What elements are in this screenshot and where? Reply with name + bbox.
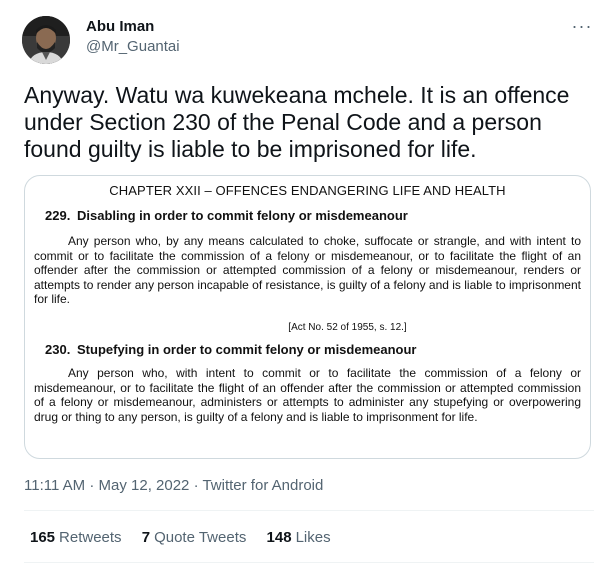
likes-count: 148 [266, 529, 292, 546]
quote-tweets-count: 7 [141, 529, 151, 546]
document-chapter-heading: CHAPTER XXII – OFFENCES ENDANGERING LIFE… [109, 183, 506, 198]
author-handle[interactable]: @Mr_Guantai [86, 38, 180, 55]
quote-tweets-label: Quote Tweets [154, 529, 247, 546]
tweet-stats: 165 Retweets 7 Quote Tweets 148 Likes [30, 529, 347, 546]
tweet-text: Anyway. Watu wa kuwekeana mchele. It is … [24, 82, 570, 162]
quote-tweets-stat[interactable]: 7 Quote Tweets [142, 529, 247, 546]
divider [24, 562, 594, 563]
tweet-time-link[interactable]: 11:11 AM · May 12, 2022 [24, 477, 189, 494]
section-number: 230. [45, 342, 71, 357]
section-229-body: Any person who, by any means calculated … [34, 234, 581, 307]
meta-separator: · [189, 477, 203, 494]
section-230-body: Any person who, with intent to commit or… [34, 366, 581, 424]
tweet-metadata: 11:11 AM · May 12, 2022 · Twitter for An… [24, 477, 323, 494]
retweets-count: 165 [30, 529, 56, 546]
avatar-photo [22, 16, 70, 64]
section-230-heading: 230. Stupefying in order to commit felony… [45, 342, 417, 357]
section-title: Disabling in order to commit felony or m… [77, 208, 408, 223]
tweet-image[interactable]: CHAPTER XXII – OFFENCES ENDANGERING LIFE… [24, 175, 591, 459]
avatar[interactable] [22, 16, 70, 64]
author-display-name[interactable]: Abu Iman [86, 18, 154, 35]
divider [24, 510, 594, 511]
more-options-button[interactable]: ··· [568, 14, 596, 38]
likes-stat[interactable]: 148 Likes [267, 529, 331, 546]
tweet-source: Twitter for Android [202, 477, 324, 494]
retweets-stat[interactable]: 165 Retweets [30, 529, 122, 546]
section-229-heading: 229. Disabling in order to commit felony … [45, 208, 408, 223]
retweets-label: Retweets [59, 529, 122, 546]
more-horizontal-icon: ··· [571, 16, 593, 36]
section-title: Stupefying in order to commit felony or … [77, 342, 417, 357]
section-number: 229. [45, 208, 71, 223]
likes-label: Likes [295, 529, 331, 546]
penal-code-document: CHAPTER XXII – OFFENCES ENDANGERING LIFE… [25, 176, 590, 458]
section-229-citation: [Act No. 52 of 1955, s. 12.] [288, 322, 407, 333]
